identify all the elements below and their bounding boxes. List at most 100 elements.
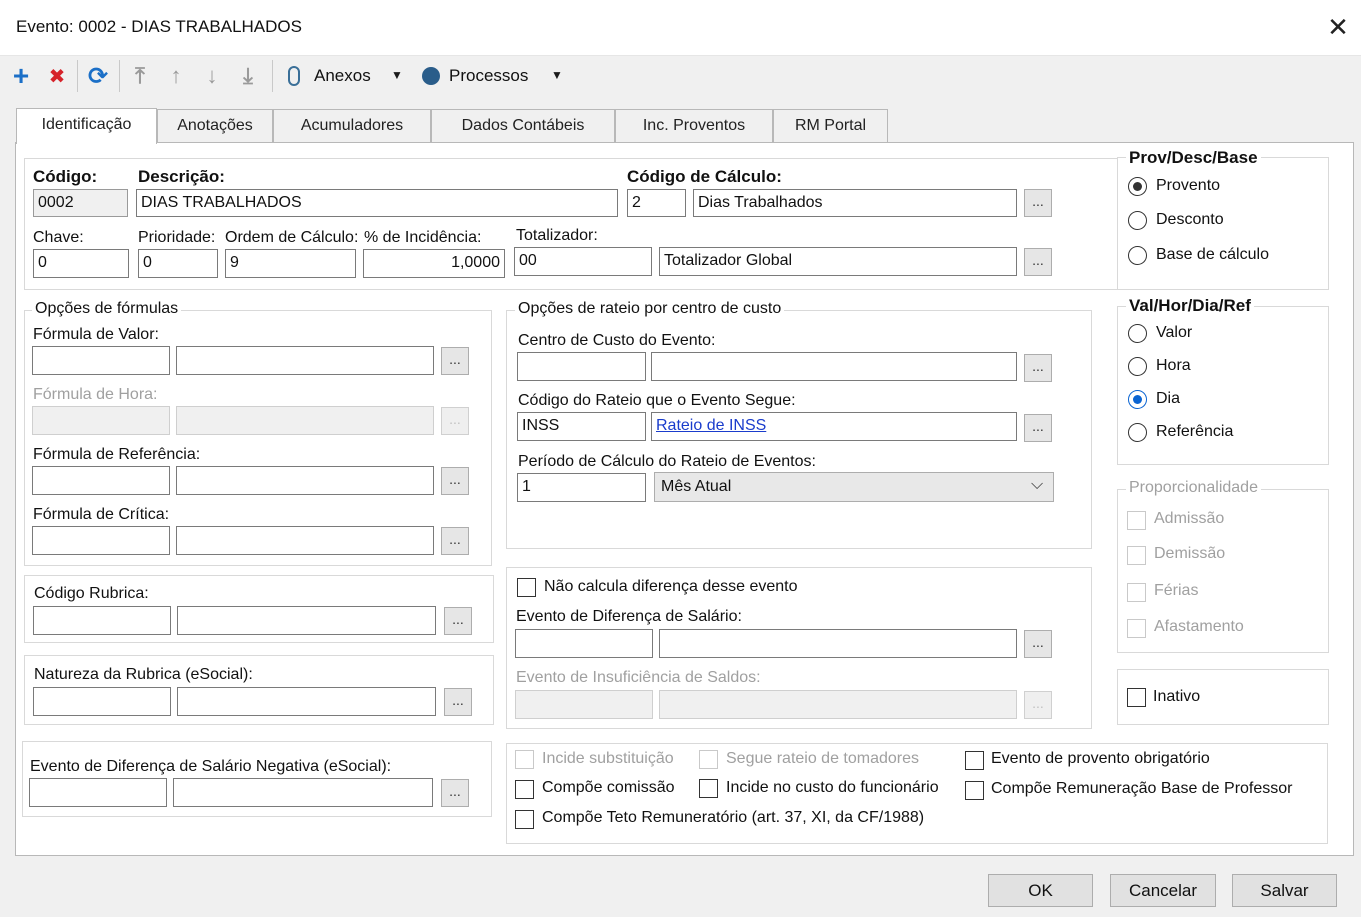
tab-acumuladores[interactable]: Acumuladores xyxy=(273,109,431,142)
compoe-teto-checkbox[interactable] xyxy=(515,810,534,829)
totalizador-field[interactable]: 00 xyxy=(514,247,652,276)
formula-valor-desc[interactable] xyxy=(176,346,434,375)
compoe-remuneracao-checkbox[interactable] xyxy=(965,781,984,800)
codigo-calculo-lookup-button[interactable]: ... xyxy=(1024,189,1052,217)
formula-referencia-code[interactable] xyxy=(32,466,170,495)
move-last-icon[interactable]: ⤓ xyxy=(235,60,261,92)
cancel-button[interactable]: Cancelar xyxy=(1110,874,1216,907)
refresh-icon[interactable]: ⟳ xyxy=(84,60,112,92)
diferenca-negativa-desc[interactable] xyxy=(173,778,433,807)
evento-insuficiencia-desc xyxy=(659,690,1017,719)
chave-label: Chave: xyxy=(33,229,84,246)
radio-referencia-label: Referência xyxy=(1156,423,1234,440)
codigo-rubrica-desc[interactable] xyxy=(177,606,436,635)
radio-referencia[interactable] xyxy=(1128,423,1147,442)
codigo-calculo-field[interactable]: 2 xyxy=(627,189,686,217)
radio-provento[interactable] xyxy=(1128,177,1147,196)
totalizador-lookup-button[interactable]: ... xyxy=(1024,248,1052,276)
formula-valor-lookup-button[interactable]: ... xyxy=(441,347,469,375)
descricao-field[interactable]: DIAS TRABALHADOS xyxy=(136,189,618,217)
add-icon[interactable]: + xyxy=(8,60,34,92)
codigo-calculo-label: Código de Cálculo: xyxy=(627,167,782,186)
periodo-calculo-select[interactable]: Mês Atual ⌵ xyxy=(654,472,1054,502)
diferenca-negativa-lookup-button[interactable]: ... xyxy=(441,779,469,807)
radio-desconto-label: Desconto xyxy=(1156,211,1224,228)
radio-dia[interactable] xyxy=(1128,390,1147,409)
natureza-rubrica-desc[interactable] xyxy=(177,687,436,716)
ok-button[interactable]: OK xyxy=(988,874,1093,907)
prioridade-field[interactable]: 0 xyxy=(138,249,218,278)
radio-hora[interactable] xyxy=(1128,357,1147,376)
codigo-field[interactable]: 0002 xyxy=(33,189,128,217)
segue-rateio-checkbox xyxy=(699,750,718,769)
save-button[interactable]: Salvar xyxy=(1232,874,1337,907)
tab-rm-portal[interactable]: RM Portal xyxy=(773,109,888,142)
proporcionalidade-title: Proporcionalidade xyxy=(1126,479,1261,497)
close-icon[interactable]: ✕ xyxy=(1323,12,1353,42)
tab-dados-contabeis[interactable]: Dados Contábeis xyxy=(431,109,615,142)
formula-critica-desc[interactable] xyxy=(176,526,434,555)
formula-referencia-desc[interactable] xyxy=(176,466,434,495)
val-hor-dia-ref-title: Val/Hor/Dia/Ref xyxy=(1126,296,1254,316)
provento-obrigatorio-label: Evento de provento obrigatório xyxy=(991,750,1210,767)
centro-custo-code[interactable] xyxy=(517,352,646,381)
inativo-checkbox[interactable] xyxy=(1127,688,1146,707)
move-up-icon[interactable]: ↑ xyxy=(163,60,189,92)
move-down-icon[interactable]: ↓ xyxy=(199,60,225,92)
radio-provento-label: Provento xyxy=(1156,177,1221,194)
diferenca-negativa-code[interactable] xyxy=(29,778,167,807)
delete-icon[interactable]: ✖ xyxy=(44,60,70,92)
codigo-rateio-code[interactable]: INSS xyxy=(517,412,646,441)
codigo-rateio-lookup-button[interactable]: ... xyxy=(1024,414,1052,442)
radio-base-calculo[interactable] xyxy=(1128,246,1147,265)
natureza-rubrica-lookup-button[interactable]: ... xyxy=(444,688,472,716)
evento-diferenca-desc[interactable] xyxy=(659,629,1017,658)
attachments-button[interactable]: Anexos ▼ xyxy=(284,60,410,92)
codigo-calculo-desc[interactable]: Dias Trabalhados xyxy=(693,189,1017,217)
tab-inc-proventos[interactable]: Inc. Proventos xyxy=(615,109,773,142)
prov-desc-base-title: Prov/Desc/Base xyxy=(1126,148,1261,168)
formula-critica-code[interactable] xyxy=(32,526,170,555)
toolbar-separator xyxy=(272,60,273,92)
evento-diferenca-lookup-button[interactable]: ... xyxy=(1024,630,1052,658)
centro-custo-label: Centro de Custo do Evento: xyxy=(518,332,716,349)
centro-custo-lookup-button[interactable]: ... xyxy=(1024,354,1052,382)
compoe-comissao-checkbox[interactable] xyxy=(515,780,534,799)
natureza-rubrica-code[interactable] xyxy=(33,687,171,716)
radio-desconto[interactable] xyxy=(1128,211,1147,230)
totalizador-label: Totalizador: xyxy=(516,227,598,244)
formula-critica-lookup-button[interactable]: ... xyxy=(441,527,469,555)
demissao-checkbox xyxy=(1127,546,1146,565)
move-first-icon[interactable]: ⤒ xyxy=(127,60,153,92)
ordem-calculo-field[interactable]: 9 xyxy=(225,249,356,278)
processes-button[interactable]: Processos ▼ xyxy=(420,60,570,92)
tab-anotacoes[interactable]: Anotações xyxy=(157,109,273,142)
chevron-down-icon: ▼ xyxy=(551,68,563,82)
codigo-rubrica-code[interactable] xyxy=(33,606,171,635)
codigo-rubrica-lookup-button[interactable]: ... xyxy=(444,607,472,635)
codigo-rateio-link[interactable]: Rateio de INSS xyxy=(651,412,1017,441)
periodo-calculo-code[interactable]: 1 xyxy=(517,473,646,502)
toolbar-separator xyxy=(119,60,120,92)
formula-valor-label: Fórmula de Valor: xyxy=(33,326,159,343)
toolbar-separator xyxy=(77,60,78,92)
provento-obrigatorio-checkbox[interactable] xyxy=(965,751,984,770)
natureza-rubrica-label: Natureza da Rubrica (eSocial): xyxy=(34,666,253,683)
inativo-label: Inativo xyxy=(1153,688,1201,705)
nao-calcula-diferenca-checkbox[interactable] xyxy=(517,578,536,597)
tab-identificacao[interactable]: Identificação xyxy=(16,108,157,144)
incide-custo-checkbox[interactable] xyxy=(699,779,718,798)
totalizador-desc[interactable]: Totalizador Global xyxy=(659,247,1017,276)
identificacao-panel: Código: 0002 Descrição: DIAS TRABALHADOS… xyxy=(15,142,1354,856)
incidencia-label: % de Incidência: xyxy=(364,229,482,246)
formula-valor-code[interactable] xyxy=(32,346,170,375)
formula-referencia-lookup-button[interactable]: ... xyxy=(441,467,469,495)
val-hor-dia-ref-group xyxy=(1117,306,1329,465)
chave-field[interactable]: 0 xyxy=(33,249,129,278)
radio-valor[interactable] xyxy=(1128,324,1147,343)
formula-hora-desc xyxy=(176,406,434,435)
centro-custo-desc[interactable] xyxy=(651,352,1017,381)
evento-diferenca-code[interactable] xyxy=(515,629,653,658)
incidencia-field[interactable]: 1,0000 xyxy=(363,249,505,278)
rateio-group-title: Opções de rateio por centro de custo xyxy=(515,300,785,318)
